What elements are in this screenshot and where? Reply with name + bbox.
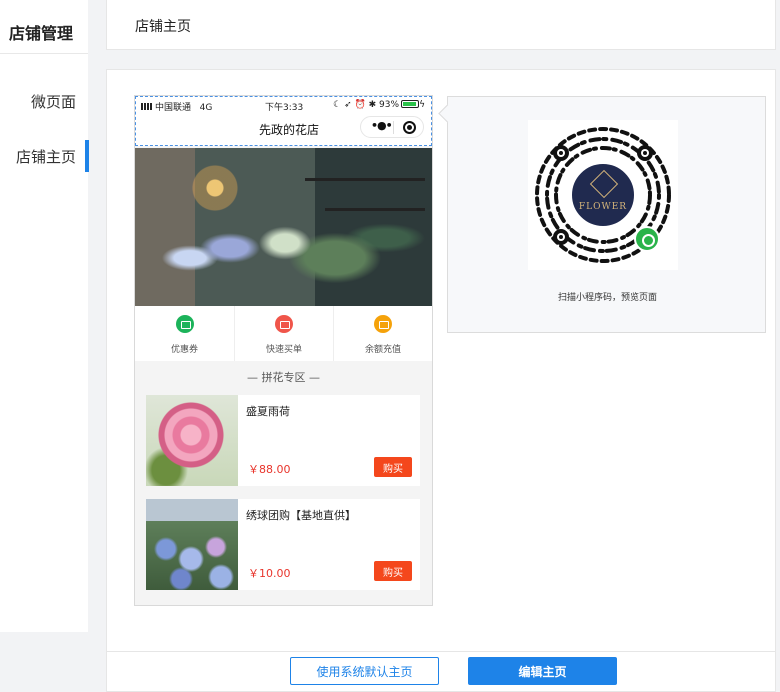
quick-action-coupon[interactable]: 优惠券: [135, 306, 234, 361]
status-time: 下午3:33: [265, 103, 304, 113]
qr-preview-card: FLOWER 扫描小程序码，预览页面: [447, 96, 766, 333]
product-price: ￥88.00: [248, 463, 291, 476]
target-close-icon[interactable]: [403, 121, 416, 134]
banner-image[interactable]: [135, 148, 432, 306]
battery-percent: 93%: [379, 100, 400, 110]
product-image[interactable]: [146, 395, 238, 486]
bluetooth-icon: ✱: [368, 100, 377, 110]
quick-action-recharge[interactable]: 余额充值: [333, 306, 432, 361]
use-default-home-button[interactable]: 使用系统默认主页: [290, 657, 439, 685]
mini-program-icon: [634, 226, 660, 252]
product-name: 绣球团购【基地直供】: [246, 509, 356, 522]
moon-icon: ☾: [333, 100, 342, 110]
coupon-icon: [175, 315, 194, 333]
qr-caption: 扫描小程序码，预览页面: [557, 293, 657, 303]
status-bar: 中国联通 4G 下午3:33 ☾ ➶ ⏰ ✱ 93% ϟ: [141, 100, 425, 113]
signal-icon: [141, 103, 153, 110]
flower-logo: FLOWER: [568, 160, 638, 230]
phone-nav-header[interactable]: 中国联通 4G 下午3:33 ☾ ➶ ⏰ ✱ 93% ϟ 先政的花店 •●•: [135, 96, 432, 146]
alarm-icon: ⏰: [354, 100, 366, 110]
carrier-text: 中国联通: [155, 103, 192, 113]
product-price: ￥10.00: [248, 567, 291, 580]
page-title: 店铺主页: [135, 19, 191, 35]
quick-action-pay[interactable]: 快速买单: [234, 306, 333, 361]
sidebar-item-micro-page[interactable]: 微页面: [31, 91, 76, 112]
yen-icon: [374, 315, 392, 333]
product-image[interactable]: [146, 499, 238, 590]
network-text: 4G: [199, 103, 213, 113]
phone-preview: 中国联通 4G 下午3:33 ☾ ➶ ⏰ ✱ 93% ϟ 先政的花店 •●• 优惠…: [134, 95, 433, 606]
quick-actions: 优惠券 快速买单 余额充值: [135, 306, 432, 361]
section-title: — 拼花专区 —: [247, 371, 320, 384]
edit-home-button[interactable]: 编辑主页: [468, 657, 617, 685]
buy-button[interactable]: 购买: [374, 457, 412, 477]
page-header: 店铺主页: [106, 0, 776, 50]
product-card[interactable]: 绣球团购【基地直供】 ￥10.00 购买: [146, 499, 420, 590]
product-card[interactable]: 盛夏雨荷 ￥88.00 购买: [146, 395, 420, 486]
sidebar-title: 店铺管理: [0, 0, 88, 54]
more-dots-icon[interactable]: •●•: [371, 119, 393, 132]
charging-icon: ϟ: [419, 100, 425, 110]
product-name: 盛夏雨荷: [246, 405, 290, 418]
sidebar: 店铺管理 微页面 店铺主页: [0, 0, 90, 632]
location-icon: ➶: [344, 100, 352, 110]
footer-actions: 使用系统默认主页 编辑主页: [106, 651, 776, 692]
sidebar-item-store-home[interactable]: 店铺主页: [16, 140, 90, 172]
wallet-icon: [275, 315, 293, 333]
battery-icon: [401, 100, 420, 108]
mini-program-code: FLOWER: [528, 120, 678, 270]
capsule-menu[interactable]: •●•: [360, 116, 424, 138]
buy-button[interactable]: 购买: [374, 561, 412, 581]
